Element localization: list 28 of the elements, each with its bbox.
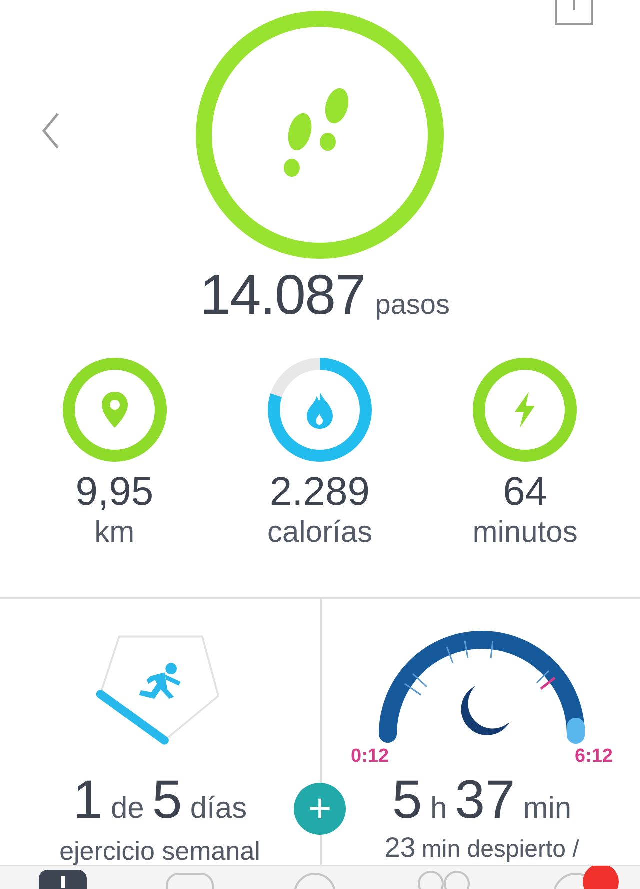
exercise-label: ejercicio semanal bbox=[60, 836, 260, 867]
add-button[interactable]: + bbox=[294, 783, 346, 835]
location-pin-icon bbox=[100, 390, 130, 430]
stat-unit: km bbox=[94, 515, 135, 551]
sleep-end-time: 6:12 bbox=[574, 746, 613, 768]
steps-count: 14.087 bbox=[200, 262, 366, 327]
awake-label: min despierto / bbox=[422, 836, 580, 864]
minutes-unit: min bbox=[523, 792, 572, 826]
sleep-start-time: 0:12 bbox=[351, 746, 390, 768]
dashboard-icon[interactable] bbox=[39, 870, 88, 889]
stat-value: 9,95 bbox=[76, 470, 154, 514]
stat-value: 2.289 bbox=[270, 470, 370, 514]
flame-icon bbox=[304, 390, 335, 430]
stat-unit: minutos bbox=[472, 515, 578, 551]
awake-minutes: 23 bbox=[384, 832, 416, 864]
share-icon[interactable] bbox=[554, 0, 594, 26]
exercise-goal: 5 bbox=[152, 772, 182, 828]
stat-unit: calorías bbox=[267, 515, 372, 551]
hours-unit: h bbox=[430, 792, 448, 826]
people-icon[interactable] bbox=[416, 870, 472, 889]
back-icon[interactable] bbox=[40, 112, 62, 150]
stat-value: 64 bbox=[503, 470, 548, 514]
sleep-hours: 5 bbox=[392, 772, 422, 828]
sleep-minutes: 37 bbox=[455, 772, 516, 828]
exercise-unit: días bbox=[190, 792, 248, 826]
exercise-of: de bbox=[110, 792, 144, 826]
exercise-days: 1 bbox=[72, 772, 103, 828]
steps-unit: pasos bbox=[375, 289, 450, 321]
